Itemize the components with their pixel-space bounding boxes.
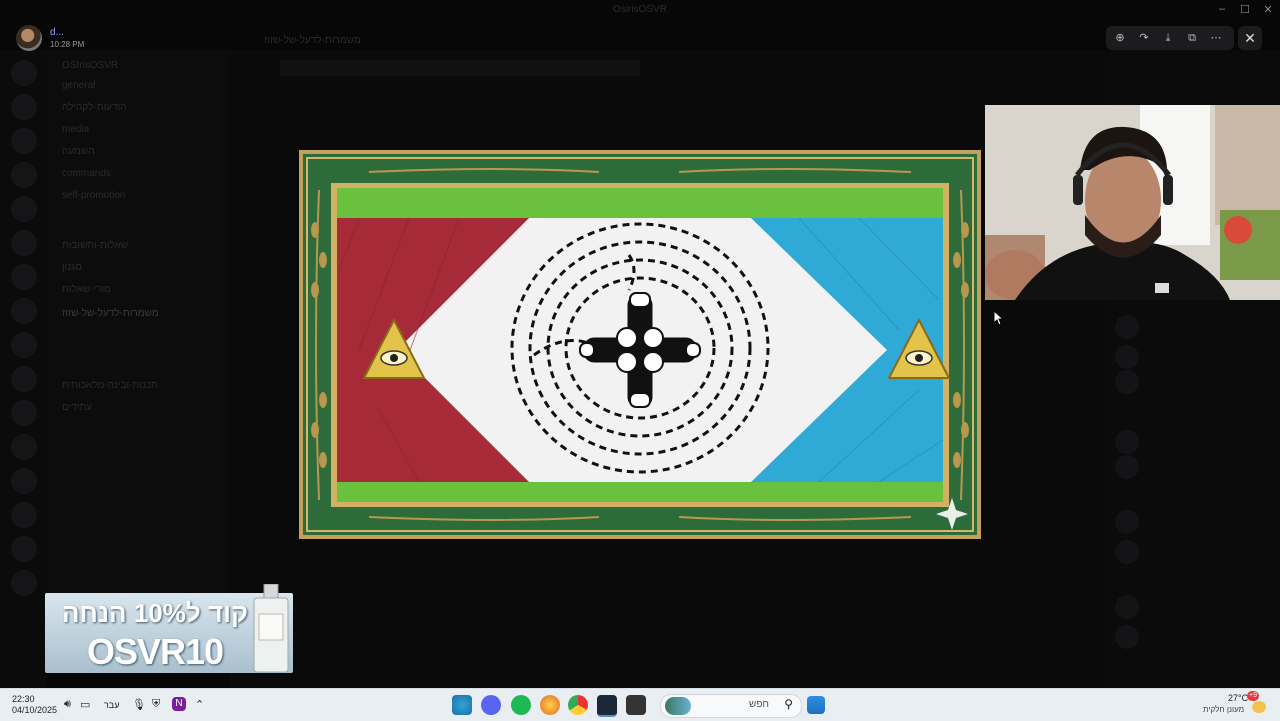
microphone-icon[interactable]: 🎙︎ <box>132 698 146 711</box>
shield-icon[interactable]: ⛨ <box>152 698 160 711</box>
spotify-icon[interactable] <box>511 695 531 715</box>
server-icon[interactable] <box>11 434 37 460</box>
channel-item[interactable]: שאלות-ותשובות <box>62 240 128 254</box>
taskbar-clock[interactable]: 22:30 04/10/2025 <box>12 694 57 716</box>
mouse-cursor-icon <box>993 309 1005 331</box>
channel-item[interactable]: commands <box>62 168 111 182</box>
member-avatar[interactable] <box>1115 345 1139 369</box>
network-icon[interactable]: ▭ <box>80 698 90 711</box>
taskbar-search[interactable]: חפש ⚲ <box>660 694 802 718</box>
member-avatar[interactable] <box>1115 625 1139 649</box>
download-icon[interactable]: ⤓ <box>1160 31 1176 45</box>
browser-icon[interactable] <box>540 695 560 715</box>
avatar[interactable] <box>16 25 42 51</box>
weather-description[interactable]: מעונן חלקית <box>1203 705 1244 714</box>
weather-icon[interactable] <box>1252 701 1266 713</box>
channel-list: OSIrisOSVR general הודעות-לקהילה media ה… <box>46 50 230 610</box>
minimize-icon[interactable]: – <box>1212 3 1232 15</box>
channel-item[interactable]: סגנון <box>62 262 82 276</box>
channel-title: משמרות-לדעל-של-שזוז <box>264 35 361 46</box>
window-title: OsirisOSVR <box>613 4 667 15</box>
image-viewer-toolbar: ⊕ ↷ ⤓ ⧉ ⋯ <box>1106 26 1234 50</box>
forward-icon[interactable]: ↷ <box>1136 31 1152 45</box>
channel-item[interactable]: הודעות-לקהילה <box>62 102 127 116</box>
promo-line1: קוד ל10% הנחה <box>62 598 248 628</box>
server-icon[interactable] <box>11 264 37 290</box>
server-icon[interactable] <box>11 230 37 256</box>
server-icon[interactable] <box>11 298 37 324</box>
chevron-up-icon[interactable]: ⌃ <box>195 698 204 711</box>
promo-code: OSVR10 <box>86 631 224 672</box>
server-icon[interactable] <box>11 570 37 596</box>
server-rail <box>0 50 46 688</box>
uploader-info: d... 10:28 PM <box>14 24 234 52</box>
perfume-bottle-image <box>250 583 292 674</box>
taskbar: 22:30 04/10/2025 🔊︎ ▭ עבר 🎙︎ ⛨ N ⌃ חפש ⚲… <box>0 688 1280 721</box>
member-avatar[interactable] <box>1115 315 1139 339</box>
edge-icon[interactable] <box>452 695 472 715</box>
maximize-icon[interactable]: ☐ <box>1235 3 1255 16</box>
search-placeholder: חפש <box>749 699 769 710</box>
title-bar: OsirisOSVR – ☐ ✕ <box>0 0 1280 22</box>
member-avatar[interactable] <box>1115 595 1139 619</box>
chrome-icon[interactable] <box>568 695 588 715</box>
webcam-overlay <box>985 105 1280 300</box>
server-icon[interactable] <box>11 502 37 528</box>
pinned-banner <box>280 60 640 76</box>
server-icon[interactable] <box>11 366 37 392</box>
channel-item-active[interactable]: משמרות-לדעל-של-שזוז <box>62 308 159 322</box>
server-icon[interactable] <box>11 400 37 426</box>
channel-item[interactable]: תכנות-ובינה-מלאכותית <box>62 380 158 394</box>
server-icon[interactable] <box>11 128 37 154</box>
onenote-icon[interactable]: N <box>172 697 186 711</box>
open-external-icon[interactable]: ⧉ <box>1184 31 1200 45</box>
language-indicator[interactable]: עבר <box>104 700 119 710</box>
server-icon[interactable] <box>11 162 37 188</box>
member-avatar[interactable] <box>1115 540 1139 564</box>
channel-item[interactable]: self-promotion <box>62 190 125 204</box>
steam-icon[interactable] <box>597 695 617 717</box>
server-icon[interactable] <box>11 60 37 86</box>
member-avatar[interactable] <box>1115 455 1139 479</box>
uploader-name[interactable]: d... <box>50 27 64 38</box>
discord-icon[interactable] <box>481 695 501 715</box>
server-icon[interactable] <box>11 536 37 562</box>
flag-image <box>299 150 981 539</box>
channel-item[interactable]: מורי-שאלות <box>62 284 111 298</box>
channel-item[interactable]: general <box>62 80 95 94</box>
notification-badge: +9 <box>1247 691 1259 701</box>
channel-item[interactable]: השמעה <box>62 146 95 160</box>
speaker-icon[interactable]: 🔊︎ <box>64 698 71 711</box>
clock-time: 22:30 <box>12 694 35 704</box>
server-icon[interactable] <box>11 332 37 358</box>
member-avatar[interactable] <box>1115 430 1139 454</box>
server-icon[interactable] <box>11 94 37 120</box>
windows-start-icon[interactable] <box>807 696 825 714</box>
weather-temp[interactable]: 27°C <box>1228 693 1248 703</box>
more-icon[interactable]: ⋯ <box>1208 31 1224 45</box>
upload-time: 10:28 PM <box>50 40 85 49</box>
member-avatar[interactable] <box>1115 510 1139 534</box>
zoom-icon[interactable]: ⊕ <box>1112 31 1128 45</box>
app-icon[interactable] <box>626 695 646 715</box>
server-icon[interactable] <box>11 196 37 222</box>
window-close-icon[interactable]: ✕ <box>1258 3 1278 16</box>
channel-item[interactable]: עתידים <box>62 402 92 416</box>
channel-item[interactable]: OSIrisOSVR <box>62 60 118 74</box>
member-avatar[interactable] <box>1115 370 1139 394</box>
server-icon[interactable] <box>11 468 37 494</box>
clock-date: 04/10/2025 <box>12 705 58 715</box>
search-highlight-icon <box>665 697 691 715</box>
search-icon: ⚲ <box>784 697 793 711</box>
channel-item[interactable]: media <box>62 124 89 138</box>
close-viewer-button[interactable]: ✕ <box>1238 26 1262 50</box>
